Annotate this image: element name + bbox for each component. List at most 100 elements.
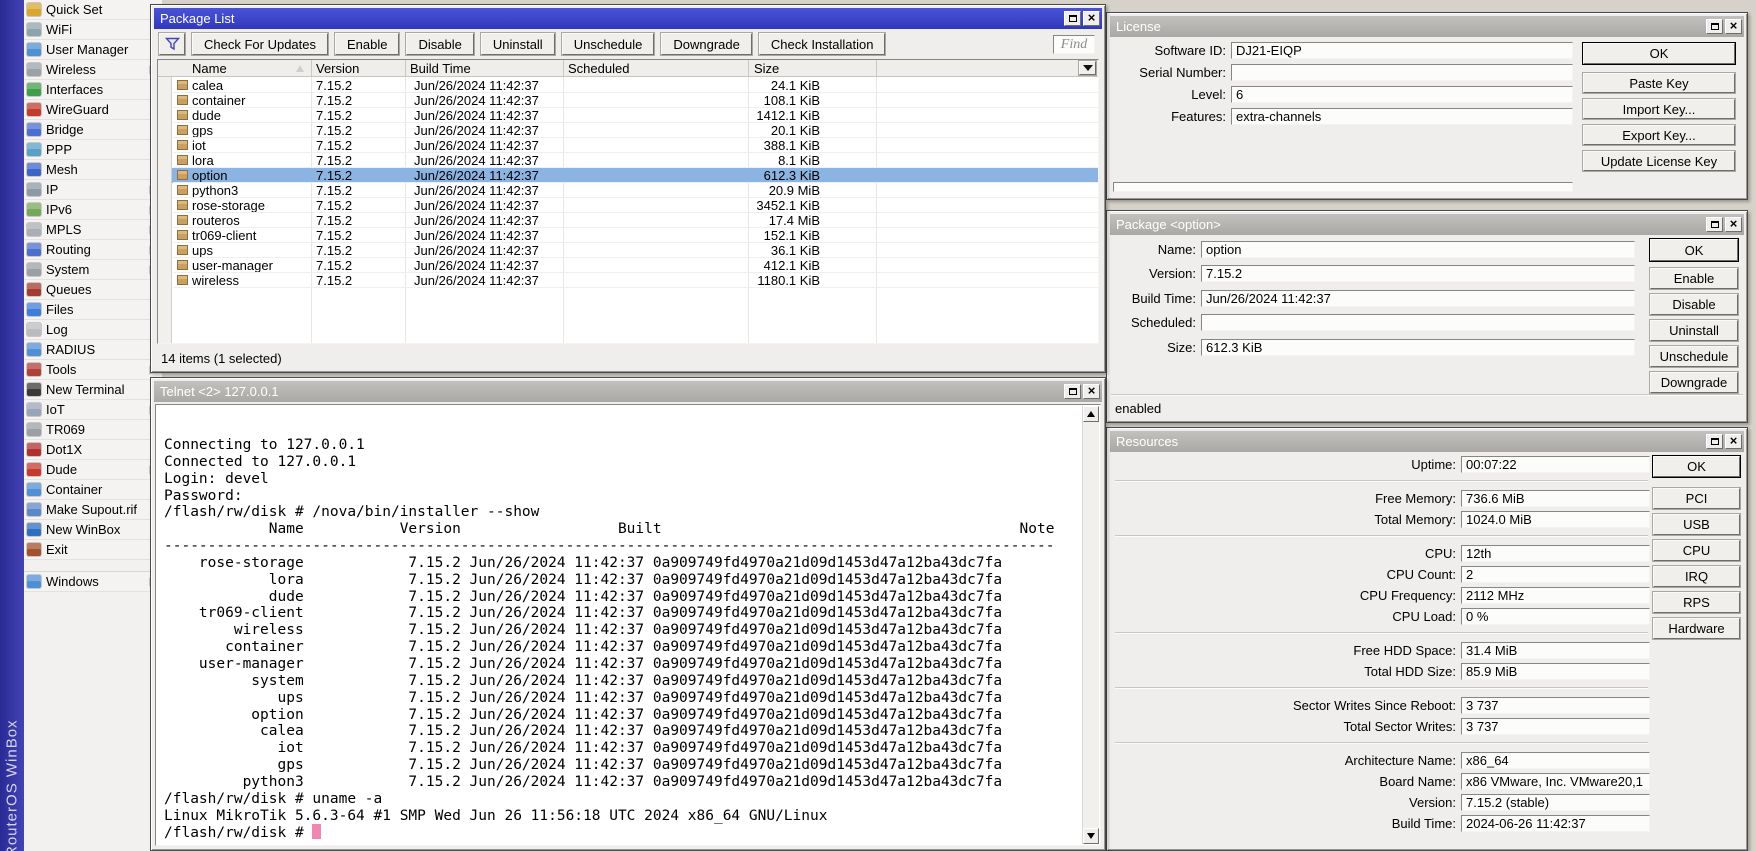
field-value-free-memory[interactable]: 736.6 MiB bbox=[1461, 490, 1650, 507]
sidebar-item-log[interactable]: Log bbox=[24, 320, 162, 340]
field-value-total-memory[interactable]: 1024.0 MiB bbox=[1461, 511, 1650, 528]
field-value-level[interactable]: 6 bbox=[1231, 86, 1573, 103]
sidebar-item-dude[interactable]: Dude▷ bbox=[24, 460, 162, 480]
import-key-button[interactable]: Import Key... bbox=[1583, 99, 1735, 119]
sidebar-item-radius[interactable]: RADIUS bbox=[24, 340, 162, 360]
table-row-ups[interactable]: ups7.15.2Jun/26/2024 11:42:3736.1 KiB bbox=[158, 243, 1098, 258]
package-option-titlebar[interactable]: Package <option> × bbox=[1110, 214, 1744, 235]
cpu-button[interactable]: CPU bbox=[1653, 540, 1740, 561]
telnet-titlebar[interactable]: Telnet <2> 127.0.0.1 × bbox=[154, 381, 1102, 402]
check-installation-button[interactable]: Check Installation bbox=[759, 33, 886, 55]
check-for-updates-button[interactable]: Check For Updates bbox=[192, 33, 328, 55]
sidebar-item-tr069[interactable]: TR069 bbox=[24, 420, 162, 440]
maximize-icon[interactable] bbox=[1064, 11, 1081, 26]
close-icon[interactable]: × bbox=[1725, 434, 1742, 449]
field-value-version[interactable]: 7.15.2 bbox=[1201, 265, 1635, 282]
table-row-user-manager[interactable]: user-manager7.15.2Jun/26/2024 11:42:3741… bbox=[158, 258, 1098, 273]
close-icon[interactable]: × bbox=[1725, 217, 1742, 232]
ok-button[interactable]: OK bbox=[1583, 43, 1735, 64]
maximize-icon[interactable] bbox=[1706, 19, 1723, 34]
field-value-features[interactable]: extra-channels bbox=[1231, 108, 1573, 125]
unschedule-button[interactable]: Unschedule bbox=[1650, 346, 1738, 367]
field-value-cpu-frequency[interactable]: 2112 MHz bbox=[1461, 587, 1650, 604]
sidebar-item-quick-set[interactable]: Quick Set bbox=[24, 0, 162, 20]
uninstall-button[interactable]: Uninstall bbox=[481, 33, 555, 55]
sidebar-item-mpls[interactable]: MPLS▷ bbox=[24, 220, 162, 240]
usb-button[interactable]: USB bbox=[1653, 514, 1740, 535]
maximize-icon[interactable] bbox=[1706, 217, 1723, 232]
table-row-lora[interactable]: lora7.15.2Jun/26/2024 11:42:378.1 KiB bbox=[158, 153, 1098, 168]
sidebar-item-files[interactable]: Files bbox=[24, 300, 162, 320]
ok-button[interactable]: OK bbox=[1650, 239, 1738, 261]
update-license-key-button[interactable]: Update License Key bbox=[1583, 151, 1735, 171]
ok-button[interactable]: OK bbox=[1653, 456, 1740, 477]
downgrade-button[interactable]: Downgrade bbox=[661, 33, 752, 55]
paste-key-button[interactable]: Paste Key bbox=[1583, 73, 1735, 93]
filter-icon[interactable] bbox=[159, 33, 185, 55]
disable-button[interactable]: Disable bbox=[406, 33, 473, 55]
sidebar-item-mesh[interactable]: Mesh bbox=[24, 160, 162, 180]
sidebar-item-wireless[interactable]: Wireless▷ bbox=[24, 60, 162, 80]
close-icon[interactable]: × bbox=[1083, 384, 1100, 399]
sidebar-item-queues[interactable]: Queues bbox=[24, 280, 162, 300]
scroll-up-icon[interactable] bbox=[1083, 406, 1099, 422]
field-value-cpu-load[interactable]: 0 % bbox=[1461, 608, 1650, 625]
downgrade-button[interactable]: Downgrade bbox=[1650, 372, 1738, 393]
terminal-area[interactable]: Connecting to 127.0.0.1Connected to 127.… bbox=[155, 404, 1101, 846]
field-value-version[interactable]: 7.15.2 (stable) bbox=[1461, 794, 1650, 811]
disable-button[interactable]: Disable bbox=[1650, 294, 1738, 315]
field-value-total-hdd-size[interactable]: 85.9 MiB bbox=[1461, 663, 1650, 680]
hardware-button[interactable]: Hardware bbox=[1653, 618, 1740, 639]
table-row-tr069-client[interactable]: tr069-client7.15.2Jun/26/2024 11:42:3715… bbox=[158, 228, 1098, 243]
column-header-scheduled[interactable]: Scheduled bbox=[568, 61, 629, 76]
rps-button[interactable]: RPS bbox=[1653, 592, 1740, 613]
table-row-python3[interactable]: python37.15.2Jun/26/2024 11:42:3720.9 Mi… bbox=[158, 183, 1098, 198]
export-key-button[interactable]: Export Key... bbox=[1583, 125, 1735, 145]
table-row-option[interactable]: option7.15.2Jun/26/2024 11:42:37612.3 Ki… bbox=[158, 168, 1098, 183]
field-value-name[interactable]: option bbox=[1201, 241, 1635, 258]
sidebar-item-exit[interactable]: Exit bbox=[24, 540, 162, 560]
column-header-build-time[interactable]: Build Time bbox=[410, 61, 471, 76]
terminal-scrollbar[interactable] bbox=[1082, 406, 1099, 844]
sidebar-item-new-winbox[interactable]: New WinBox bbox=[24, 520, 162, 540]
sidebar-item-routing[interactable]: Routing▷ bbox=[24, 240, 162, 260]
sidebar-item-dot1x[interactable]: Dot1X bbox=[24, 440, 162, 460]
field-value-uptime[interactable]: 00:07:22 bbox=[1461, 456, 1650, 473]
uninstall-button[interactable]: Uninstall bbox=[1650, 320, 1738, 341]
unschedule-button[interactable]: Unschedule bbox=[562, 33, 655, 55]
sidebar-item-new-terminal[interactable]: New Terminal bbox=[24, 380, 162, 400]
field-value-architecture-name[interactable]: x86_64 bbox=[1461, 752, 1650, 769]
table-row-gps[interactable]: gps7.15.2Jun/26/2024 11:42:3720.1 KiB bbox=[158, 123, 1098, 138]
sidebar-item-windows[interactable]: Windows▷ bbox=[24, 572, 162, 592]
table-row-calea[interactable]: calea7.15.2Jun/26/2024 11:42:3724.1 KiB bbox=[158, 78, 1098, 93]
table-row-rose-storage[interactable]: rose-storage7.15.2Jun/26/2024 11:42:3734… bbox=[158, 198, 1098, 213]
column-header-size[interactable]: Size bbox=[754, 61, 779, 76]
sidebar-item-ppp[interactable]: PPP bbox=[24, 140, 162, 160]
sidebar-item-ipv6[interactable]: IPv6▷ bbox=[24, 200, 162, 220]
field-value-cpu-count[interactable]: 2 bbox=[1461, 566, 1650, 583]
field-value-build-time[interactable]: 2024-06-26 11:42:37 bbox=[1461, 815, 1650, 832]
field-value-build-time[interactable]: Jun/26/2024 11:42:37 bbox=[1201, 290, 1635, 307]
close-icon[interactable]: × bbox=[1725, 19, 1742, 34]
field-value-free-hdd-space[interactable]: 31.4 MiB bbox=[1461, 642, 1650, 659]
pci-button[interactable]: PCI bbox=[1653, 488, 1740, 509]
sidebar-item-wifi[interactable]: WiFi bbox=[24, 20, 162, 40]
irq-button[interactable]: IRQ bbox=[1653, 566, 1740, 587]
license-titlebar[interactable]: License × bbox=[1110, 16, 1744, 37]
field-value-scheduled[interactable] bbox=[1201, 314, 1635, 331]
sidebar-item-container[interactable]: Container bbox=[24, 480, 162, 500]
package-list-titlebar[interactable]: Package List × bbox=[154, 8, 1102, 29]
field-value-cpu[interactable]: 12th bbox=[1461, 545, 1650, 562]
sidebar-item-system[interactable]: System▷ bbox=[24, 260, 162, 280]
scroll-down-icon[interactable] bbox=[1083, 828, 1099, 844]
field-value-total-sector-writes[interactable]: 3 737 bbox=[1461, 718, 1650, 735]
table-row-dude[interactable]: dude7.15.2Jun/26/2024 11:42:371412.1 KiB bbox=[158, 108, 1098, 123]
resources-titlebar[interactable]: Resources × bbox=[1110, 431, 1744, 452]
column-header-version[interactable]: Version bbox=[316, 61, 359, 76]
field-value-sector-writes-since-reboot[interactable]: 3 737 bbox=[1461, 697, 1650, 714]
column-header-name[interactable]: Name bbox=[192, 61, 227, 76]
enable-button[interactable]: Enable bbox=[335, 33, 399, 55]
table-row-wireless[interactable]: wireless7.15.2Jun/26/2024 11:42:371180.1… bbox=[158, 273, 1098, 288]
sidebar-item-make-supout-rif[interactable]: Make Supout.rif bbox=[24, 500, 162, 520]
sidebar-item-wireguard[interactable]: WireGuard bbox=[24, 100, 162, 120]
